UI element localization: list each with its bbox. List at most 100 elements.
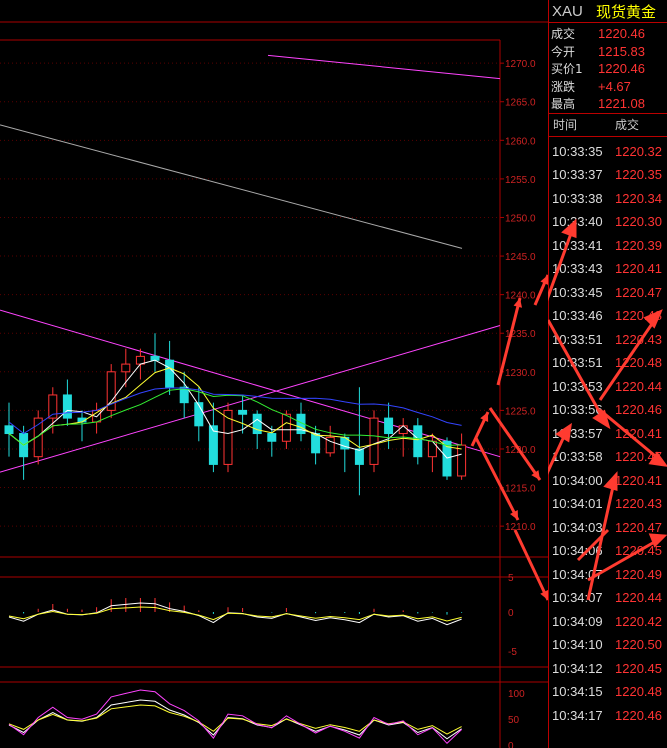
tick-row: 10:33:45 1220.47 bbox=[549, 281, 667, 305]
tick-row: 10:34:07 1220.44 bbox=[549, 586, 667, 610]
gray-trendline bbox=[0, 124, 463, 249]
tick-time: 10:33:51 bbox=[552, 331, 603, 347]
candle-body bbox=[267, 433, 277, 442]
tick-row: 10:34:06 1220.45 bbox=[549, 539, 667, 563]
tick-row: 10:34:01 1220.43 bbox=[549, 492, 667, 516]
tick-time: 10:34:17 bbox=[552, 707, 603, 723]
tick-list[interactable]: 10:33:35 1220.32 10:33:37 1220.35 10:33:38 12… bbox=[549, 137, 667, 728]
kline-chart-area[interactable]: 1270.0 1265.0 1260.0 1255.0 1250.0 1245.0 1240… bbox=[0, 0, 548, 748]
tick-price: 1220.41 bbox=[615, 425, 662, 441]
tick-time: 10:34:07 bbox=[552, 566, 603, 582]
tick-price: 1220.41 bbox=[615, 261, 662, 277]
kline-chart[interactable]: 1270.01265.01260.01255.01250.01245.01240… bbox=[0, 0, 548, 748]
y-tick-label: 1270.0 bbox=[505, 59, 536, 70]
tick-row: 10:33:35 1220.32 bbox=[549, 140, 667, 164]
y-tick-label: 1215.0 bbox=[505, 484, 536, 495]
macd-tick-label: 0 bbox=[508, 608, 514, 619]
symbol-code: XAU bbox=[552, 2, 583, 20]
tick-row: 10:34:17 1220.46 bbox=[549, 704, 667, 728]
tick-row: 10:33:51 1220.43 bbox=[549, 328, 667, 352]
tick-time: 10:33:53 bbox=[552, 378, 603, 394]
quote-high: 最高 1221.08 bbox=[551, 96, 645, 112]
tick-time: 10:34:15 bbox=[552, 684, 603, 700]
time-column-header: 时间 bbox=[553, 118, 578, 132]
candle-body bbox=[369, 417, 379, 465]
quote-open: 今开 1215.83 bbox=[551, 43, 645, 59]
candle-body bbox=[384, 417, 394, 435]
tick-price: 1220.46 bbox=[615, 402, 662, 418]
tick-price: 1220.43 bbox=[615, 331, 662, 347]
tick-time: 10:34:03 bbox=[552, 519, 603, 535]
candle-body bbox=[427, 440, 437, 458]
tick-price: 1220.42 bbox=[615, 613, 662, 629]
tick-price: 1220.39 bbox=[615, 237, 662, 253]
candle-body bbox=[238, 409, 248, 415]
tick-time: 10:33:43 bbox=[552, 261, 603, 277]
y-tick-label: 1250.0 bbox=[505, 213, 536, 224]
quote-last: 成交 1220.46 bbox=[551, 26, 645, 42]
tick-row: 10:33:57 1220.41 bbox=[549, 422, 667, 446]
tick-row: 10:33:56 1220.46 bbox=[549, 398, 667, 422]
tick-price: 1220.49 bbox=[615, 566, 662, 582]
tick-price: 1220.44 bbox=[615, 378, 662, 394]
candle-body bbox=[150, 355, 160, 361]
y-tick-label: 1210.0 bbox=[505, 522, 536, 533]
tick-price: 1220.46 bbox=[615, 707, 662, 723]
tick-price: 1220.41 bbox=[615, 472, 662, 488]
y-tick-label: 1230.0 bbox=[505, 368, 536, 379]
y-tick-label: 1265.0 bbox=[505, 98, 536, 109]
tick-row: 10:33:40 1220.30 bbox=[549, 210, 667, 234]
tick-row: 10:34:12 1220.45 bbox=[549, 657, 667, 681]
y-tick-label: 1245.0 bbox=[505, 252, 536, 263]
kdj-tick-label: 50 bbox=[508, 715, 520, 726]
tick-price: 1220.44 bbox=[615, 590, 662, 606]
falling-channel-line bbox=[0, 309, 501, 458]
tick-price: 1220.47 bbox=[615, 519, 662, 535]
kdj-k-line bbox=[8, 699, 462, 740]
ma-green-line bbox=[8, 388, 462, 447]
upper-trendline bbox=[267, 54, 501, 80]
tick-price: 1220.47 bbox=[615, 449, 662, 465]
kdj-tick-label: 100 bbox=[508, 689, 525, 700]
tick-price: 1220.35 bbox=[615, 167, 662, 183]
tick-row: 10:33:43 1220.41 bbox=[549, 257, 667, 281]
candle-body bbox=[354, 448, 364, 465]
tick-price: 1220.34 bbox=[615, 190, 662, 206]
annotation-arrow bbox=[513, 529, 548, 601]
tick-price: 1220.48 bbox=[615, 308, 662, 324]
symbol-name: 现货黄金 bbox=[596, 3, 657, 21]
tick-row: 10:33:38 1220.34 bbox=[549, 187, 667, 211]
tick-price: 1220.48 bbox=[615, 684, 662, 700]
tick-row: 10:33:53 1220.44 bbox=[549, 375, 667, 399]
quote-bid: 买价1 1220.46 bbox=[551, 61, 645, 77]
candle-body bbox=[4, 425, 14, 435]
tick-price: 1220.50 bbox=[615, 637, 662, 653]
tick-time: 10:34:12 bbox=[552, 660, 603, 676]
macd-tick-label: 5 bbox=[508, 573, 514, 584]
candle-body bbox=[398, 425, 408, 435]
tick-time: 10:33:41 bbox=[552, 237, 603, 253]
tick-row: 10:34:09 1220.42 bbox=[549, 610, 667, 634]
tick-time: 10:34:10 bbox=[552, 637, 603, 653]
quote-change: 涨跌 +4.67 bbox=[551, 78, 631, 94]
candle-body bbox=[281, 413, 291, 442]
tick-time: 10:34:01 bbox=[552, 496, 603, 512]
candle-body bbox=[311, 433, 321, 454]
tick-price: 1220.47 bbox=[615, 284, 662, 300]
kdj-d-line bbox=[8, 704, 462, 735]
tick-price: 1220.45 bbox=[615, 660, 662, 676]
kdj-j-line bbox=[8, 689, 462, 745]
tick-time: 10:33:38 bbox=[552, 190, 603, 206]
tick-time: 10:34:00 bbox=[552, 472, 603, 488]
tick-time: 10:34:06 bbox=[552, 543, 603, 559]
tick-time: 10:34:07 bbox=[552, 590, 603, 606]
tick-price: 1220.30 bbox=[615, 214, 662, 230]
tick-table-header: 时间 成交 bbox=[549, 114, 667, 136]
tick-row: 10:34:10 1220.50 bbox=[549, 633, 667, 657]
tick-time: 10:33:56 bbox=[552, 402, 603, 418]
tick-price: 1220.45 bbox=[615, 543, 662, 559]
candle-body bbox=[121, 363, 131, 373]
tick-price: 1220.43 bbox=[615, 496, 662, 512]
macd-dea-line bbox=[8, 606, 462, 622]
y-tick-label: 1260.0 bbox=[505, 136, 536, 147]
